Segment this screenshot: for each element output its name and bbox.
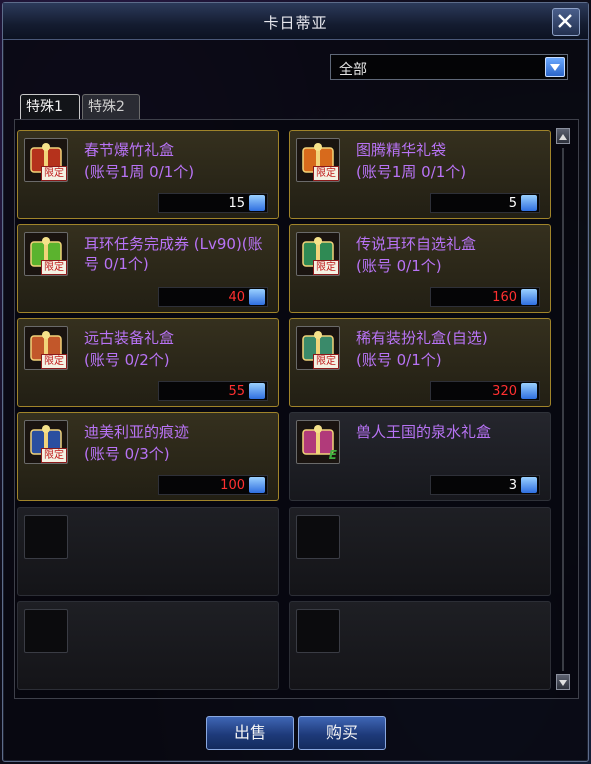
currency-icon — [249, 383, 265, 399]
item-name: 稀有装扮礼盒(自选) — [356, 329, 488, 347]
item-price-box: 40 — [158, 287, 268, 307]
item-price-box: 55 — [158, 381, 268, 401]
limited-badge: 限定 — [313, 260, 339, 275]
limited-badge: 限定 — [41, 354, 67, 369]
category-filter-dropdown[interactable]: 全部 — [330, 54, 568, 80]
item-purchase-limit: (账号 0/2个) — [84, 351, 170, 369]
scroll-up-button[interactable] — [556, 128, 570, 144]
item-purchase-limit: (账号1周 0/1个) — [356, 163, 467, 181]
item-price-box: 160 — [430, 287, 540, 307]
empty-icon-frame — [24, 515, 68, 559]
item-purchase-limit: (账号1周 0/1个) — [84, 163, 195, 181]
item-purchase-limit: (账号 0/1个) — [356, 351, 442, 369]
shop-item-slot[interactable]: 限定 远古装备礼盒 (账号 0/2个) 55 — [17, 318, 279, 407]
earring-select-box-icon[interactable]: 限定 — [296, 232, 340, 276]
currency-icon — [521, 383, 537, 399]
limited-badge: 限定 — [41, 166, 67, 181]
item-price: 40 — [228, 290, 245, 305]
empty-item-slot — [289, 601, 551, 690]
empty-item-slot — [289, 507, 551, 596]
shop-item-slot[interactable]: 限定 图腾精华礼袋 (账号1周 0/1个) 5 — [289, 130, 551, 219]
item-price: 15 — [228, 196, 245, 211]
item-name: 春节爆竹礼盒 — [84, 141, 175, 159]
shop-item-slot[interactable]: 限定 迪美利亚的痕迹 (账号 0/3个) 100 — [17, 412, 279, 501]
buy-button[interactable]: 购买 — [298, 716, 386, 750]
dropdown-toggle-button[interactable] — [545, 57, 565, 77]
item-name: 耳环任务完成券 (Lv90)(账号 0/1个) — [84, 235, 263, 273]
currency-icon — [249, 289, 265, 305]
item-price: 100 — [220, 478, 245, 493]
currency-icon — [521, 195, 537, 211]
item-price: 55 — [228, 384, 245, 399]
item-price: 5 — [508, 196, 517, 211]
arrow-up-icon — [559, 134, 567, 140]
item-price: 3 — [508, 478, 517, 493]
limited-badge: 限定 — [41, 260, 67, 275]
limited-badge: 限定 — [41, 448, 67, 463]
item-price: 320 — [492, 384, 517, 399]
shop-item-slot[interactable]: 限定 稀有装扮礼盒(自选) (账号 0/1个) 320 — [289, 318, 551, 407]
limited-badge: 限定 — [313, 354, 339, 369]
item-name: 图腾精华礼袋 — [356, 141, 447, 159]
currency-icon — [521, 477, 537, 493]
item-name: 迪美利亚的痕迹 — [84, 423, 190, 441]
item-name: 远古装备礼盒 — [84, 329, 175, 347]
earring-quest-ticket-icon[interactable]: 限定 — [24, 232, 68, 276]
limited-badge: 限定 — [313, 166, 339, 181]
shop-item-slot[interactable]: 限定 传说耳环自选礼盒 (账号 0/1个) 160 — [289, 224, 551, 313]
scrollbar[interactable] — [556, 128, 572, 691]
shop-item-slot[interactable]: 限定 春节爆竹礼盒 (账号1周 0/1个) 15 — [17, 130, 279, 219]
scroll-down-button[interactable] — [556, 674, 570, 690]
item-price-box: 100 — [158, 475, 268, 495]
item-price-box: 320 — [430, 381, 540, 401]
empty-icon-frame — [296, 609, 340, 653]
currency-icon — [249, 195, 265, 211]
item-name: 兽人王国的泉水礼盒 — [356, 423, 492, 441]
rare-avatar-box-icon[interactable]: 限定 — [296, 326, 340, 370]
empty-item-slot — [17, 601, 279, 690]
item-price: 160 — [492, 290, 517, 305]
empty-icon-frame — [24, 609, 68, 653]
shop-item-slot[interactable]: E 兽人王国的泉水礼盒 3 — [289, 412, 551, 501]
sell-button[interactable]: 出售 — [206, 716, 294, 750]
ancient-equipment-box-icon[interactable]: 限定 — [24, 326, 68, 370]
grade-e-badge: E — [328, 448, 337, 462]
demeria-trace-chest-icon[interactable]: 限定 — [24, 420, 68, 464]
title-bar[interactable]: 卡日蒂亚 — [3, 3, 588, 40]
empty-item-slot — [17, 507, 279, 596]
item-purchase-limit: (账号 0/1个) — [356, 257, 442, 275]
item-price-box: 3 — [430, 475, 540, 495]
firecracker-gift-box-icon[interactable]: 限定 — [24, 138, 68, 182]
tab-special-2[interactable]: 特殊2 — [82, 94, 140, 120]
currency-icon — [521, 289, 537, 305]
shop-item-slot[interactable]: 限定 耳环任务完成券 (Lv90)(账号 0/1个) 40 — [17, 224, 279, 313]
orc-spring-gift-box-icon[interactable]: E — [296, 420, 340, 464]
close-button[interactable] — [552, 8, 580, 36]
tab-special-1[interactable]: 特殊1 — [20, 94, 80, 120]
scroll-track[interactable] — [562, 148, 564, 671]
empty-icon-frame — [296, 515, 340, 559]
chevron-down-icon — [550, 64, 560, 71]
item-name: 传说耳环自选礼盒 — [356, 235, 477, 253]
close-icon — [558, 14, 572, 28]
item-purchase-limit: (账号 0/3个) — [84, 445, 170, 463]
arrow-down-icon — [559, 680, 567, 686]
window-title: 卡日蒂亚 — [263, 14, 328, 32]
currency-icon — [249, 477, 265, 493]
totem-gift-bag-icon[interactable]: 限定 — [296, 138, 340, 182]
item-price-box: 15 — [158, 193, 268, 213]
filter-selected-value: 全部 — [339, 62, 367, 78]
item-price-box: 5 — [430, 193, 540, 213]
